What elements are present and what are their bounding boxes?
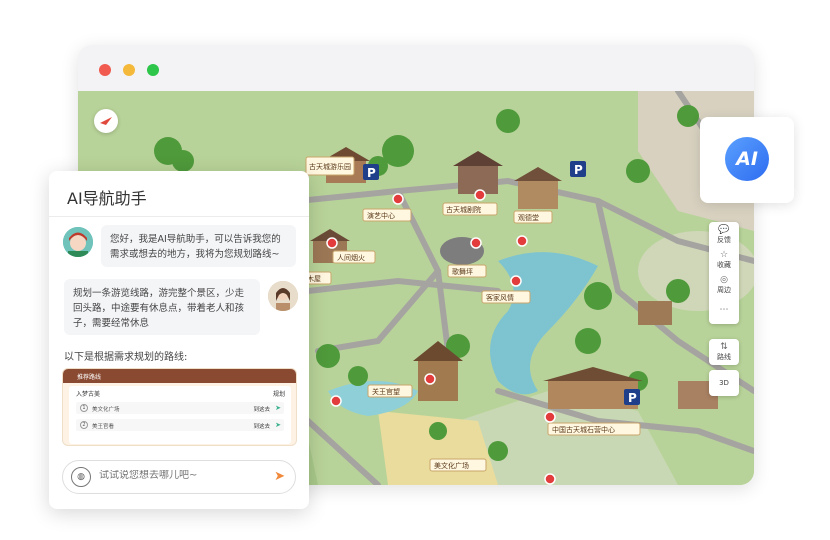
plan-intro-text: 以下是根据需求规划的路线: bbox=[64, 352, 188, 363]
route-stop-row[interactable]: 2 美王官看 到这去 ➤ bbox=[76, 419, 284, 431]
compass-icon[interactable] bbox=[94, 109, 118, 133]
view-3d-label: 3D bbox=[719, 379, 729, 387]
route-stop-name: 美王官看 bbox=[92, 424, 115, 430]
ai-badge-card[interactable]: AI bbox=[700, 117, 794, 203]
ai-assistant-panel: AI导航助手 您好，我是AI导航助手，可以告诉我您的需求或想去的地方，我将为您规… bbox=[49, 171, 309, 509]
send-icon[interactable]: ➤ bbox=[274, 470, 285, 484]
map-label-6: 客家风情 bbox=[486, 293, 514, 302]
map-label-11: 古天城游乐园 bbox=[309, 162, 351, 171]
feedback-button[interactable]: 💬 反馈 bbox=[709, 222, 739, 247]
route-plan-label[interactable]: 规划 bbox=[273, 389, 285, 398]
parking-label-2: P bbox=[574, 163, 583, 177]
go-there-button[interactable]: 到这去 bbox=[253, 422, 270, 430]
map-label-2: 古天城剧院 bbox=[446, 205, 481, 214]
voice-input-icon[interactable]: ◍ bbox=[71, 467, 91, 487]
parking-label-1: P bbox=[367, 166, 376, 180]
nearby-label: 周边 bbox=[717, 285, 731, 294]
view-3d-button[interactable]: 3D bbox=[709, 370, 739, 396]
map-label-8: 中国古天城石营中心 bbox=[552, 425, 615, 434]
nearby-button[interactable]: ◎ 周边 bbox=[709, 272, 739, 297]
route-card-header: 推荐路线 bbox=[63, 369, 296, 383]
route-subtitle: 入梦古美 bbox=[76, 391, 101, 398]
route-stop-row[interactable]: 1 美文化广场 到这去 ➤ bbox=[76, 402, 284, 414]
map-label-10: 木屋 bbox=[307, 274, 321, 283]
route-stop-name: 美文化广场 bbox=[92, 407, 120, 413]
feedback-icon: 💬 bbox=[718, 224, 730, 235]
more-icon: ⋯ bbox=[719, 304, 729, 315]
close-button[interactable] bbox=[99, 64, 111, 76]
route-button[interactable]: ⇅ 路线 bbox=[709, 339, 739, 365]
ai-logo-icon: AI bbox=[725, 137, 769, 181]
assistant-message: 您好，我是AI导航助手，可以告诉我您的需求或想去的地方，我将为您规划路线~ bbox=[101, 225, 296, 267]
recommended-route-card[interactable]: 推荐路线 入梦古美 规划 1 美文化广场 到这去 ➤ 2 美王官看 到这去 ➤ bbox=[62, 368, 297, 446]
star-icon: ☆ bbox=[719, 249, 729, 260]
route-stop-number: 1 bbox=[80, 404, 88, 412]
map-label-4: 人间烟火 bbox=[337, 253, 365, 262]
favorite-label: 收藏 bbox=[717, 260, 731, 269]
map-label-9: 美文化广场 bbox=[434, 461, 469, 470]
more-button[interactable]: ⋯ bbox=[709, 297, 739, 322]
map-label-5: 歌舞坪 bbox=[452, 267, 473, 276]
route-label: 路线 bbox=[717, 353, 731, 361]
map-toolbar: 💬 反馈 ☆ 收藏 ◎ 周边 ⋯ bbox=[709, 222, 739, 324]
around-icon: ◎ bbox=[720, 274, 728, 285]
feedback-label: 反馈 bbox=[717, 235, 731, 244]
user-avatar bbox=[268, 281, 298, 311]
panel-title: AI导航助手 bbox=[49, 171, 309, 217]
assistant-avatar bbox=[63, 227, 93, 257]
route-card-body: 入梦古美 规划 1 美文化广场 到这去 ➤ 2 美王官看 到这去 ➤ bbox=[69, 386, 291, 444]
go-there-button[interactable]: 到这去 bbox=[253, 405, 270, 413]
maximize-button[interactable] bbox=[147, 64, 159, 76]
map-label-7: 关王官望 bbox=[372, 387, 400, 396]
stage: 演艺中心 古天城剧院 观德堂 人间烟火 歌舞坪 客家风情 关王官望 中国古天城石… bbox=[0, 0, 830, 540]
map-label-3: 观德堂 bbox=[518, 213, 539, 222]
chat-input[interactable] bbox=[99, 470, 259, 481]
minimize-button[interactable] bbox=[123, 64, 135, 76]
user-message: 规划一条游览线路，游完整个景区，少走回头路，中途要有休息点，带着老人和孩子，需要… bbox=[64, 279, 260, 335]
chat-input-bar: ◍ ➤ bbox=[62, 460, 296, 494]
map-label-1: 演艺中心 bbox=[367, 211, 395, 220]
title-bar bbox=[78, 45, 754, 91]
favorite-button[interactable]: ☆ 收藏 bbox=[709, 247, 739, 272]
route-icon: ⇅ bbox=[720, 342, 728, 352]
navigate-arrow-icon[interactable]: ➤ bbox=[275, 421, 281, 429]
parking-label-3: P bbox=[628, 391, 637, 405]
navigate-arrow-icon[interactable]: ➤ bbox=[275, 404, 281, 412]
route-stop-number: 2 bbox=[80, 421, 88, 429]
